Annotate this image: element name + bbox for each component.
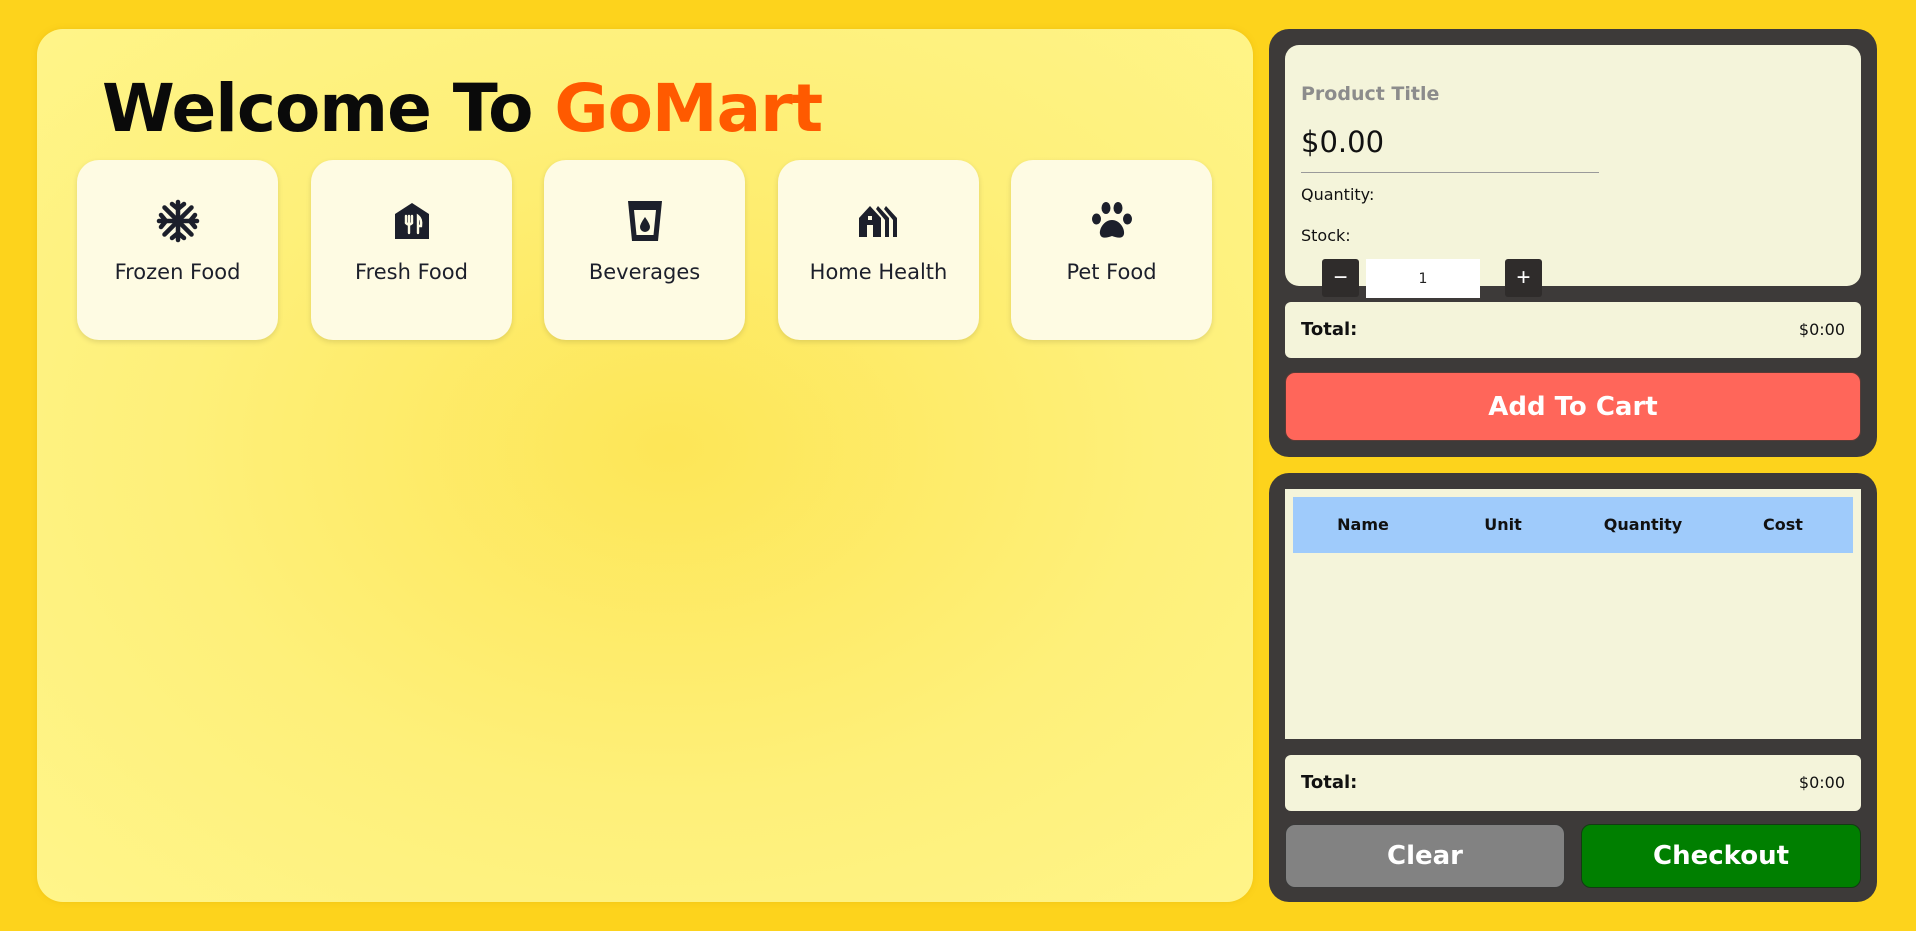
category-frozen-food[interactable]: Frozen Food <box>77 160 278 340</box>
quantity-input[interactable] <box>1366 259 1480 298</box>
cart-table-header: Name Unit Quantity Cost <box>1293 497 1853 553</box>
clear-button[interactable]: Clear <box>1285 824 1565 888</box>
snowflake-icon <box>77 198 278 244</box>
quantity-label: Quantity: <box>1301 185 1375 204</box>
product-title: Product Title <box>1301 83 1440 105</box>
welcome-text: Welcome To <box>102 70 533 147</box>
product-panel: Product Title $0.00 Quantity: Stock: − +… <box>1269 29 1877 457</box>
column-header-quantity: Quantity <box>1603 515 1683 534</box>
stock-label: Stock: <box>1301 226 1351 245</box>
column-header-unit: Unit <box>1484 515 1522 534</box>
cup-icon <box>544 198 745 244</box>
category-label: Frozen Food <box>114 260 241 284</box>
column-header-cost: Cost <box>1763 515 1803 534</box>
divider <box>1301 172 1599 173</box>
page-title: Welcome To GoMart <box>102 70 823 147</box>
product-card: Product Title $0.00 Quantity: Stock: − + <box>1285 45 1861 298</box>
category-beverages[interactable]: Beverages <box>544 160 745 340</box>
cart-total-bar: Total: $0:00 <box>1285 755 1861 811</box>
product-price: $0.00 <box>1301 125 1385 159</box>
cart-panel: Name Unit Quantity Cost Total: $0:00 Cle… <box>1269 473 1877 902</box>
category-label: Pet Food <box>1066 260 1157 284</box>
category-home-health[interactable]: Home Health <box>778 160 979 340</box>
category-fresh-food[interactable]: Fresh Food <box>311 160 512 340</box>
checkout-button[interactable]: Checkout <box>1581 824 1861 888</box>
brand-name: GoMart <box>554 70 823 147</box>
decrease-quantity-button[interactable]: − <box>1322 259 1359 297</box>
column-header-name: Name <box>1337 515 1389 534</box>
paw-icon <box>1011 198 1212 244</box>
add-to-cart-button[interactable]: Add To Cart <box>1285 372 1861 441</box>
category-list: Frozen Food Fresh Food Beverages Home He… <box>77 160 1213 340</box>
cart-table: Name Unit Quantity Cost <box>1285 489 1861 739</box>
total-label: Total: <box>1301 772 1358 793</box>
increase-quantity-button[interactable]: + <box>1505 259 1542 297</box>
total-label: Total: <box>1301 319 1358 340</box>
total-value: $0:00 <box>1798 320 1845 339</box>
category-label: Home Health <box>809 260 948 284</box>
house-icon <box>778 198 979 244</box>
product-total-bar: Total: $0:00 <box>1285 302 1861 358</box>
category-pet-food[interactable]: Pet Food <box>1011 160 1212 340</box>
category-label: Fresh Food <box>355 260 468 284</box>
category-label: Beverages <box>588 260 701 284</box>
restaurant-icon <box>311 198 512 244</box>
total-value: $0:00 <box>1798 773 1845 792</box>
